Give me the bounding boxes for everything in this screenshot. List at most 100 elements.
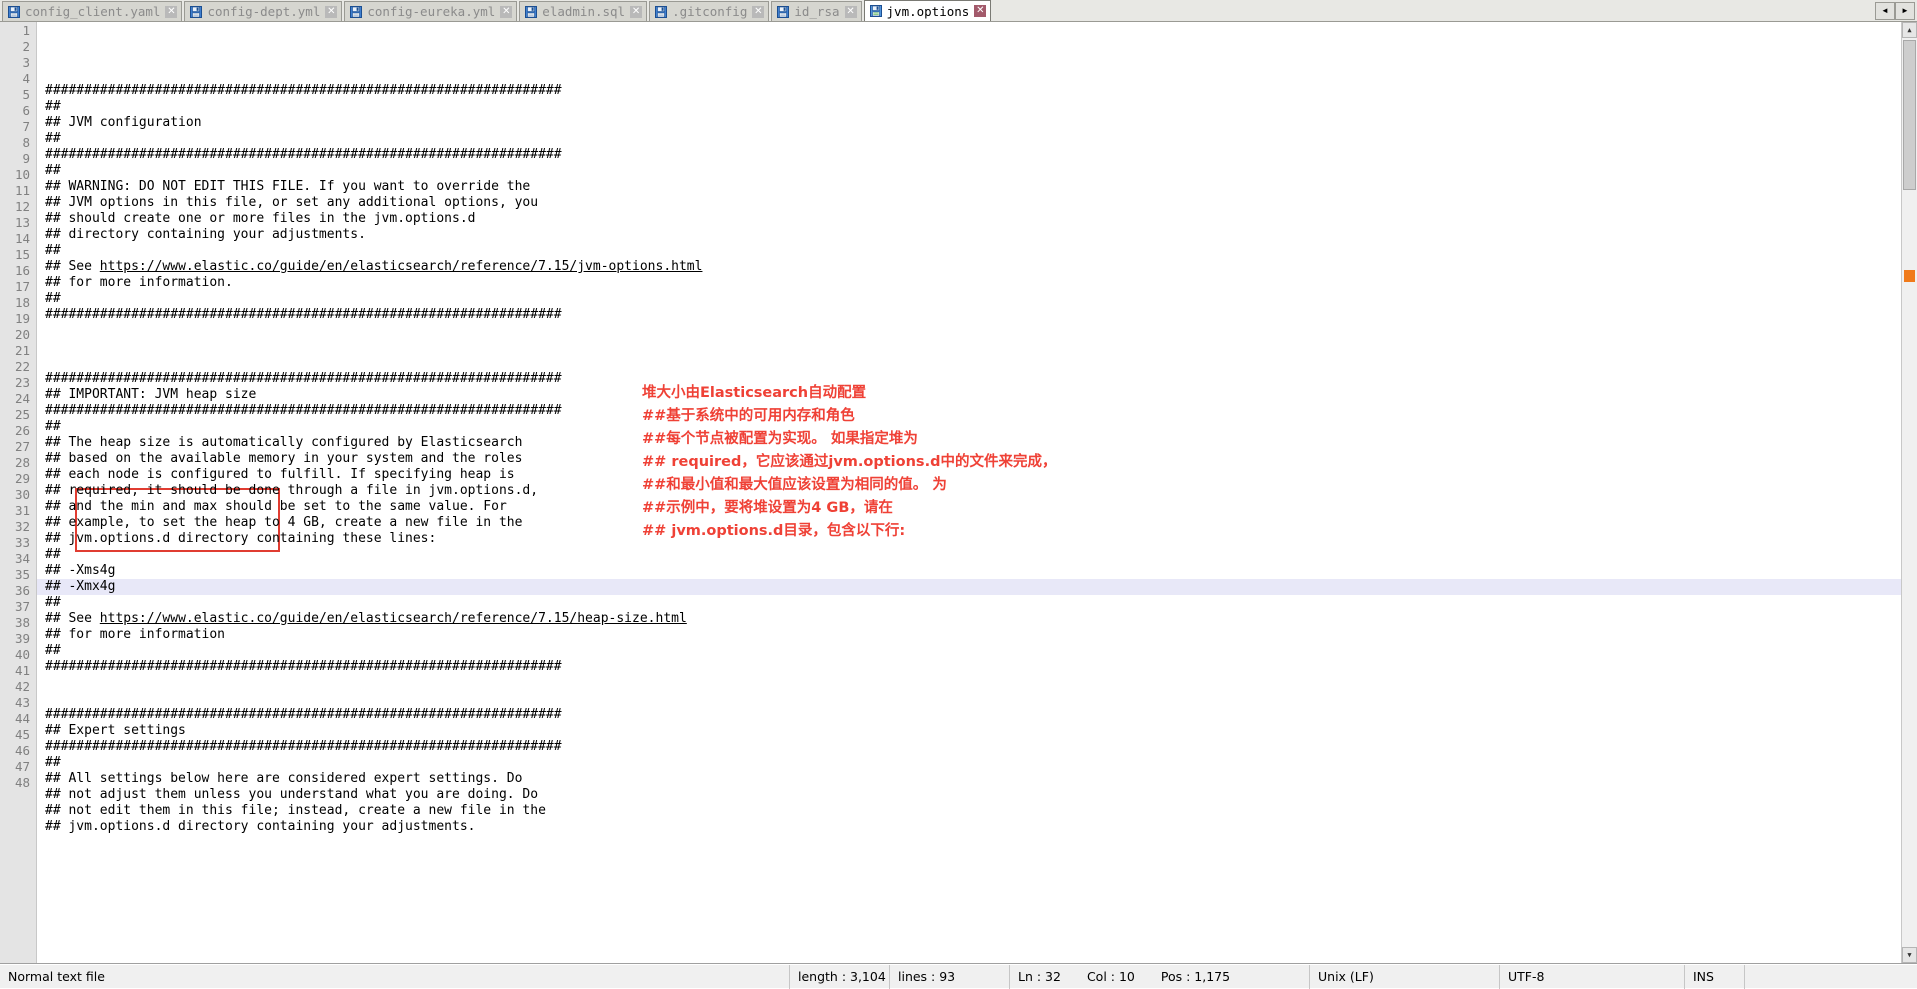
tab-close-icon[interactable]: ✕ <box>630 5 643 18</box>
tab-eladmin-sql[interactable]: eladmin.sql ✕ <box>519 1 648 21</box>
code-line[interactable] <box>45 691 1917 707</box>
code-line[interactable] <box>45 339 1917 355</box>
code-line[interactable]: ## WARNING: DO NOT EDIT THIS FILE. If yo… <box>45 179 1917 195</box>
tab-id-rsa[interactable]: id_rsa ✕ <box>771 1 862 21</box>
code-line[interactable]: ## <box>45 419 1917 435</box>
line-number: 33 <box>14 535 30 550</box>
code-text: ########################################… <box>45 307 562 322</box>
code-line[interactable]: ########################################… <box>45 403 1917 419</box>
code-text: ## for more information. <box>45 275 233 290</box>
line-number: 7 <box>22 119 30 134</box>
floppy-disk-icon <box>525 5 538 18</box>
code-line[interactable]: ## JVM options in this file, or set any … <box>45 195 1917 211</box>
vertical-scrollbar[interactable]: ▲ ▼ <box>1901 22 1917 963</box>
code-text: ## JVM configuration <box>45 115 202 130</box>
code-line[interactable]: ## <box>45 547 1917 563</box>
line-number: 40 <box>14 647 30 662</box>
code-line[interactable]: ## each node is configured to fulfill. I… <box>45 467 1917 483</box>
code-line[interactable]: ## The heap size is automatically config… <box>45 435 1917 451</box>
line-number: 2 <box>22 39 30 54</box>
code-line[interactable]: ## required, it should be done through a… <box>45 483 1917 499</box>
tab-gitconfig[interactable]: .gitconfig ✕ <box>649 1 770 21</box>
code-text: ########################################… <box>45 707 562 722</box>
code-line[interactable] <box>45 835 1917 851</box>
code-line[interactable]: ## not adjust them unless you understand… <box>45 787 1917 803</box>
hyperlink[interactable]: https://www.elastic.co/guide/en/elastics… <box>100 611 687 626</box>
code-line[interactable] <box>45 355 1917 371</box>
tab-label: config-dept.yml <box>207 4 321 19</box>
floppy-disk-icon <box>869 5 882 17</box>
code-line[interactable]: ## jvm.options.d directory containing th… <box>45 531 1917 547</box>
code-line[interactable]: ## <box>45 595 1917 611</box>
line-number: 1 <box>22 23 30 38</box>
code-line[interactable]: ## <box>45 131 1917 147</box>
code-text: ## <box>45 131 61 146</box>
code-line[interactable]: ## example, to set the heap to 4 GB, cre… <box>45 515 1917 531</box>
tab-config-client-yaml[interactable]: config_client.yaml ✕ <box>2 1 183 21</box>
code-line[interactable]: ## <box>45 755 1917 771</box>
status-eol-format: Unix (LF) <box>1310 964 1500 989</box>
tab-label: config_client.yaml <box>25 4 161 19</box>
hyperlink[interactable]: https://www.elastic.co/guide/en/elastics… <box>100 259 703 274</box>
scrollbar-thumb[interactable] <box>1903 40 1916 190</box>
code-text: ## directory containing your adjustments… <box>45 227 366 242</box>
code-line[interactable]: ########################################… <box>45 307 1917 323</box>
tab-scroll-right-button[interactable]: ► <box>1895 2 1915 20</box>
code-text: ## jvm.options.d directory containing th… <box>45 531 437 546</box>
code-line[interactable]: ## <box>45 243 1917 259</box>
floppy-disk-icon <box>190 5 203 18</box>
tab-close-icon[interactable]: ✕ <box>165 5 178 18</box>
code-line[interactable]: ## -Xms4g <box>45 563 1917 579</box>
code-line[interactable]: ## <box>45 99 1917 115</box>
code-line[interactable]: ## not edit them in this file; instead, … <box>45 803 1917 819</box>
code-line[interactable]: ## JVM configuration <box>45 115 1917 131</box>
code-line[interactable]: ## <box>45 163 1917 179</box>
scrollbar-bookmark-marker[interactable] <box>1904 270 1915 282</box>
code-line[interactable]: ## directory containing your adjustments… <box>45 227 1917 243</box>
line-number: 36 <box>14 583 30 598</box>
code-line[interactable]: ## See https://www.elastic.co/guide/en/e… <box>45 611 1917 627</box>
editor-area[interactable]: 1 2 3 4 5 6 7 8 9 10 11 12 13 14 15 16 17 18 19 20 21 22 23 24 2… <box>0 22 1917 964</box>
tab-close-icon[interactable]: ✕ <box>500 5 513 18</box>
tab-config-dept-yml[interactable]: config-dept.yml ✕ <box>184 1 343 21</box>
tab-label: id_rsa <box>794 4 840 19</box>
scroll-down-arrow[interactable]: ▼ <box>1902 947 1917 963</box>
line-number: 30 <box>14 487 30 502</box>
line-number: 5 <box>22 87 30 102</box>
tab-close-icon[interactable]: ✕ <box>325 5 338 18</box>
code-line[interactable]: ## -Xmx4g <box>37 579 1917 595</box>
tab-jvm-options[interactable]: jvm.options ✕ <box>863 0 992 21</box>
tab-close-icon[interactable]: ✕ <box>974 5 987 17</box>
code-text: ########################################… <box>45 659 562 674</box>
code-line[interactable]: ## <box>45 291 1917 307</box>
code-text: ## <box>45 419 61 434</box>
code-line[interactable]: ## based on the available memory in your… <box>45 451 1917 467</box>
scroll-up-arrow[interactable]: ▲ <box>1902 22 1917 38</box>
code-line[interactable]: ## See https://www.elastic.co/guide/en/e… <box>45 259 1917 275</box>
tab-close-icon[interactable]: ✕ <box>752 5 765 18</box>
code-line[interactable]: ## Expert settings <box>45 723 1917 739</box>
code-line[interactable] <box>45 675 1917 691</box>
tab-config-eureka-yml[interactable]: config-eureka.yml ✕ <box>344 1 518 21</box>
code-line[interactable]: ## IMPORTANT: JVM heap size <box>45 387 1917 403</box>
tab-scroll-left-button[interactable]: ◄ <box>1875 2 1895 20</box>
code-text-area[interactable]: 堆大小由Elasticsearch自动配置 ##基于系统中的可用内存和角色 ##每个… <box>37 22 1917 963</box>
code-line[interactable]: ## jvm.options.d directory containing yo… <box>45 819 1917 835</box>
code-line[interactable]: ## should create one or more files in th… <box>45 211 1917 227</box>
code-text: ## <box>45 243 61 258</box>
code-line[interactable]: ########################################… <box>45 83 1917 99</box>
line-number: 39 <box>14 631 30 646</box>
code-line[interactable]: ## for more information <box>45 627 1917 643</box>
code-line[interactable]: ########################################… <box>45 371 1917 387</box>
code-line[interactable] <box>45 323 1917 339</box>
code-text: ## not edit them in this file; instead, … <box>45 803 546 818</box>
code-line[interactable]: ## and the min and max should be set to … <box>45 499 1917 515</box>
code-line[interactable]: ########################################… <box>45 147 1917 163</box>
code-line[interactable]: ########################################… <box>45 739 1917 755</box>
code-line[interactable]: ## All settings below here are considere… <box>45 771 1917 787</box>
code-line[interactable]: ########################################… <box>45 659 1917 675</box>
tab-close-icon[interactable]: ✕ <box>844 5 857 18</box>
code-line[interactable]: ## for more information. <box>45 275 1917 291</box>
code-line[interactable]: ########################################… <box>45 707 1917 723</box>
code-line[interactable]: ## <box>45 643 1917 659</box>
